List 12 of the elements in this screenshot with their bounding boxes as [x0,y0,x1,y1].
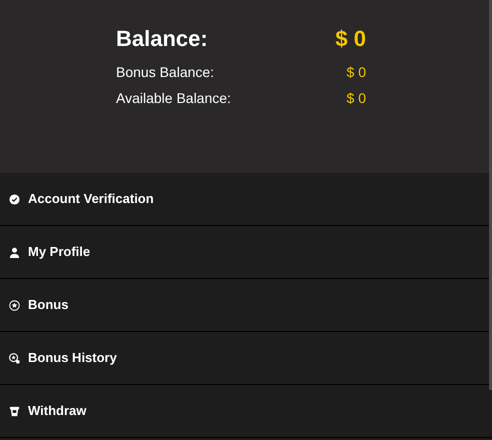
balance-label: Bonus Balance: [116,63,214,82]
balance-value: $ 0 [335,25,366,53]
star-circle-icon [9,300,20,310]
cup-icon [9,406,20,416]
balance-label: Available Balance: [116,89,231,108]
balance-value: $ 0 [346,89,366,108]
star-search-icon [9,352,20,364]
user-icon [9,246,20,258]
balance-value: $ 0 [346,63,366,82]
balance-label: Balance: [116,25,208,53]
check-circle-icon [9,194,20,204]
scrollbar-thumb[interactable] [489,0,492,390]
